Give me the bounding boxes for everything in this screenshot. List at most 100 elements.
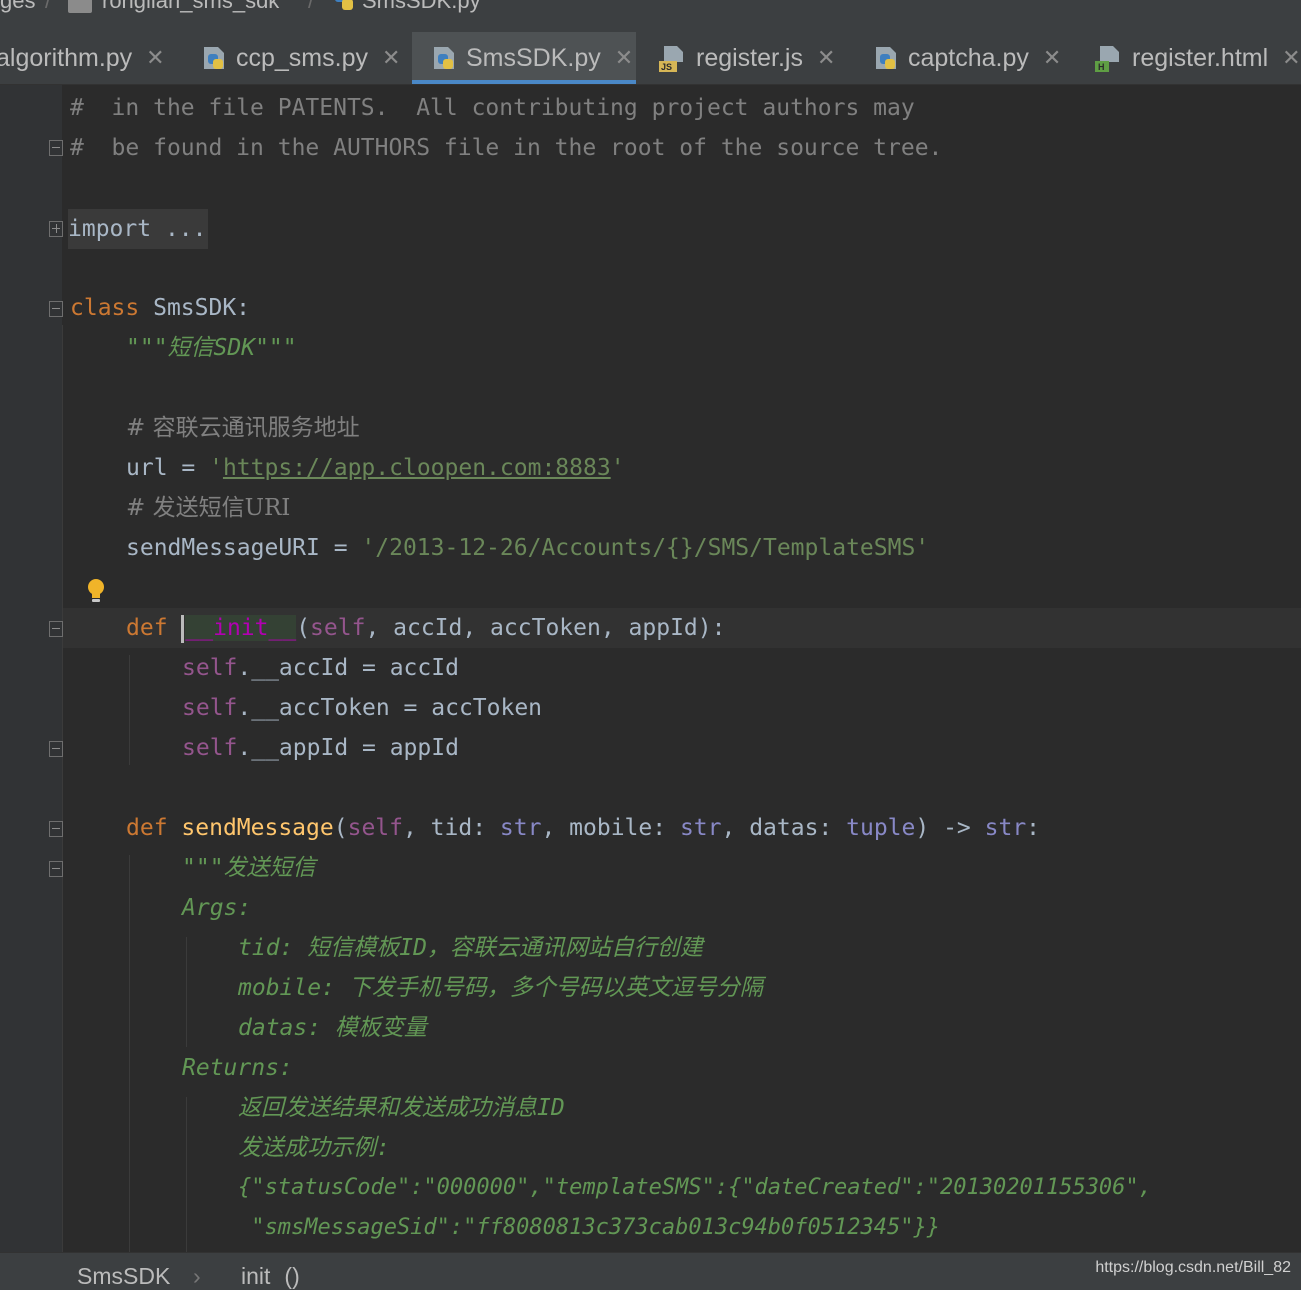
comment-text: #	[70, 135, 84, 161]
import-keyword: import	[68, 216, 152, 242]
parameters: , accId, accToken, appId):	[365, 615, 726, 641]
type-hint: str	[984, 815, 1027, 841]
html-file-icon: H	[1095, 46, 1119, 72]
docstring: """短信SDK"""	[126, 335, 297, 361]
tab-ccp-sms-py[interactable]: ccp_sms.py ✕	[200, 32, 410, 84]
docstring: mobile: 下发手机号码，多个号码以英文逗号分隔	[238, 975, 763, 1001]
python-file-icon	[876, 47, 896, 69]
code-line: # 容联云通讯服务地址	[126, 408, 360, 448]
code-line: # 发送短信URI	[126, 488, 290, 528]
breadcrumb-item-file[interactable]: SmsSDK.py	[332, 0, 481, 14]
breadcrumb-item-folder[interactable]: ronglian_sms_sdk	[68, 0, 279, 14]
keyword: def	[126, 815, 168, 841]
docstring: Returns:	[182, 1055, 293, 1081]
fold-marker-icon[interactable]	[49, 301, 63, 317]
function-name: __init__	[185, 615, 297, 641]
structure-crumb-method[interactable]: init ()	[241, 1263, 300, 1290]
tab-label: captcha.py	[908, 43, 1029, 72]
operator: =	[167, 455, 210, 481]
type-hint: str	[499, 815, 542, 841]
indent-guide	[129, 855, 130, 1252]
docstring: tid: 短信模板ID，容联云通讯网站自行创建	[238, 935, 703, 961]
string-quote: '	[209, 455, 223, 481]
variable-name: sendMessageURI	[126, 535, 320, 561]
code-line: def __init__(self, accId, accToken, appI…	[126, 608, 725, 648]
python-file-icon	[204, 47, 224, 69]
self-ref: self	[182, 655, 238, 681]
breadcrumb-label: SmsSDK.py	[362, 0, 481, 13]
code-line: self.__accToken = accToken	[182, 688, 542, 728]
folder-icon	[68, 0, 92, 13]
fold-marker-icon[interactable]	[49, 140, 63, 156]
close-icon[interactable]: ✕	[615, 45, 633, 71]
tab-smssdk-py[interactable]: SmsSDK.py ✕	[412, 32, 636, 84]
comment-text: be found in the AUTHORS file in the root…	[83, 135, 943, 161]
indent-guide	[186, 1097, 187, 1252]
code-line: # in the file PATENTS. All contributing …	[70, 88, 915, 128]
parameter: , tid:	[402, 815, 500, 841]
fold-marker-icon[interactable]	[49, 621, 63, 637]
javascript-file-icon: JS	[659, 46, 683, 72]
close-icon[interactable]: ✕	[1282, 45, 1300, 71]
code-line: tid: 短信模板ID，容联云通讯网站自行创建	[238, 928, 703, 968]
comment-text: in the file PATENTS. All contributing pr…	[83, 95, 915, 121]
folded-imports[interactable]: import ...	[68, 209, 209, 249]
self-param: self	[310, 615, 366, 641]
fold-marker-icon[interactable]	[49, 741, 63, 757]
breadcrumb-separator: /	[45, 0, 52, 13]
watermark-text: https://blog.csdn.net/Bill_82	[1095, 1259, 1291, 1276]
assignment: .__accId = accId	[237, 655, 459, 681]
comment-text: # 发送短信URI	[126, 495, 291, 521]
tab-label: register.js	[696, 43, 803, 72]
tab-register-js[interactable]: JS register.js ✕	[658, 32, 858, 84]
indent-guide	[62, 325, 63, 1252]
docstring: datas: 模板变量	[238, 1015, 427, 1041]
class-name: SmsSDK:	[139, 295, 251, 321]
code-line: mobile: 下发手机号码，多个号码以英文逗号分隔	[238, 968, 763, 1008]
structure-crumb-class[interactable]: SmsSDK	[77, 1263, 170, 1290]
close-icon[interactable]: ✕	[382, 45, 400, 71]
breadcrumb-label: ges	[0, 0, 36, 13]
tab-label: SmsSDK.py	[466, 43, 601, 72]
keyword: def	[126, 615, 168, 641]
return-arrow: ) ->	[915, 815, 985, 841]
tab-captcha-py[interactable]: captcha.py ✕	[872, 32, 1082, 84]
paren: (	[333, 815, 348, 841]
code-line: sendMessageURI = '/2013-12-26/Accounts/{…	[126, 528, 929, 568]
text-cursor	[181, 614, 185, 643]
colon: :	[1026, 815, 1041, 841]
fold-marker-icon[interactable]	[49, 821, 63, 837]
code-line: def sendMessage(self, tid: str, mobile: …	[126, 808, 1040, 848]
comment-text: #	[70, 95, 84, 121]
type-hint: str	[679, 815, 722, 841]
breadcrumb-item-packages[interactable]: ges	[0, 0, 35, 14]
docstring: 发送成功示例:	[238, 1135, 390, 1161]
code-line: {"statusCode":"000000","templateSMS":{"d…	[238, 1168, 1152, 1208]
code-editor[interactable]: # in the file PATENTS. All contributing …	[0, 85, 1301, 1252]
method-parens: ()	[284, 1263, 300, 1289]
tab-label: register.html	[1132, 43, 1269, 72]
indent-guide	[186, 937, 187, 1047]
python-file-icon	[335, 0, 353, 10]
lightbulb-icon[interactable]	[86, 578, 106, 604]
tab-algorithm-py[interactable]: algorithm.py ✕	[0, 32, 176, 84]
code-line: """发送短信	[182, 848, 316, 888]
breadcrumb-separator: /	[308, 0, 315, 13]
expand-fold-icon[interactable]	[49, 221, 63, 237]
close-icon[interactable]: ✕	[817, 45, 835, 71]
fold-marker-icon[interactable]	[49, 861, 63, 877]
keyword: class	[70, 295, 140, 321]
close-icon[interactable]: ✕	[146, 45, 164, 71]
indent-guide	[129, 655, 130, 765]
code-line: datas: 模板变量	[238, 1008, 427, 1048]
code-line: 返回发送结果和发送成功消息ID	[238, 1088, 565, 1128]
docstring: {"statusCode":"000000","templateSMS":{"d…	[238, 1175, 1152, 1200]
url-link[interactable]: https://app.cloopen.com:8883	[223, 455, 611, 481]
code-line: # be found in the AUTHORS file in the ro…	[70, 128, 942, 168]
code-line: self.__appId = appId	[182, 728, 459, 768]
code-line: class SmsSDK:	[70, 288, 250, 328]
editor-gutter[interactable]	[0, 85, 62, 1252]
paren: (	[296, 615, 311, 641]
close-icon[interactable]: ✕	[1043, 45, 1061, 71]
tab-register-html[interactable]: H register.html ✕	[1094, 32, 1301, 84]
